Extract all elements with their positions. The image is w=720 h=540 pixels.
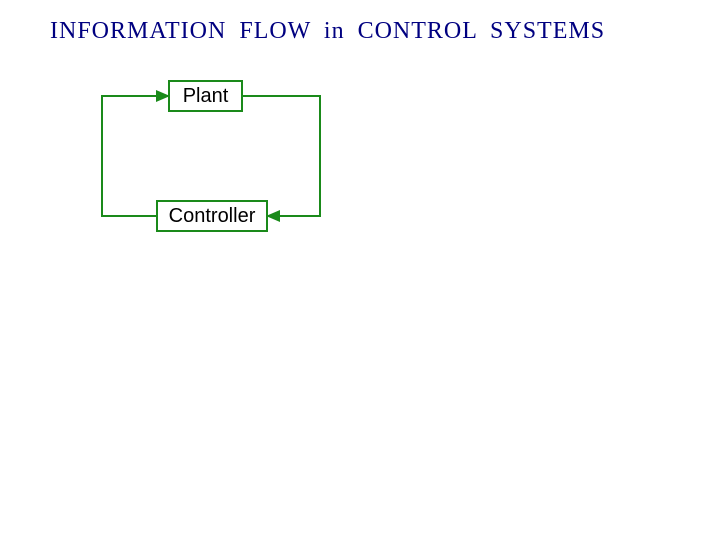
diagram-title: INFORMATION FLOW in CONTROL SYSTEMS xyxy=(50,18,605,45)
controller-block: Controller xyxy=(156,200,268,232)
plant-label: Plant xyxy=(183,85,229,108)
wire-controller-to-plant xyxy=(102,96,168,216)
wire-plant-to-controller xyxy=(243,96,320,216)
control-loop-diagram: Plant Controller xyxy=(90,70,350,250)
controller-label: Controller xyxy=(169,205,256,228)
plant-block: Plant xyxy=(168,80,243,112)
